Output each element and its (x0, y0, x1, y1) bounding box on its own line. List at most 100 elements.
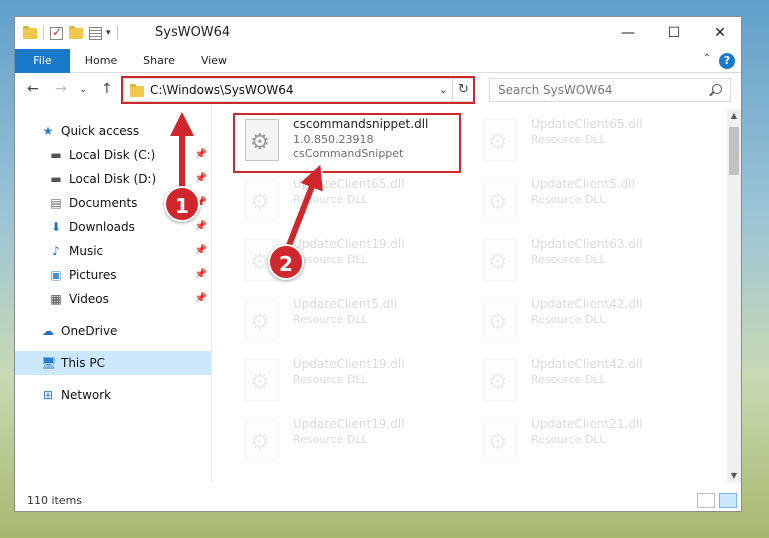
properties-icon[interactable] (89, 26, 102, 40)
ribbon-collapse-icon[interactable]: ⌃ (703, 53, 711, 64)
tab-view[interactable]: View (189, 49, 239, 73)
dll-file-icon (483, 179, 517, 221)
ribbon-tabs: File Home Share View ⌃ ? (15, 49, 741, 73)
forward-button[interactable]: → (55, 81, 67, 97)
file-highlight (233, 113, 461, 173)
tab-share[interactable]: Share (133, 49, 185, 73)
file-version: Resource DLL (531, 373, 606, 386)
sidebar-item-label: Documents (69, 196, 138, 210)
file-version: Resource DLL (531, 133, 606, 146)
sidebar-item-label: OneDrive (61, 324, 118, 338)
file-version: Resource DLL (293, 373, 368, 386)
drive-icon: ▬ (50, 148, 62, 162)
scroll-thumb[interactable] (729, 127, 739, 175)
dll-file-icon (483, 119, 517, 161)
sidebar-item-label: Local Disk (C:) (69, 148, 156, 162)
sidebar-item-quick-access[interactable]: ★ Quick access (15, 119, 211, 143)
video-icon: ▦ (50, 292, 62, 306)
properties-check-icon[interactable] (50, 25, 63, 40)
sidebar-item-videos[interactable]: ▦ Videos 📌 (15, 287, 211, 311)
sidebar-item-local-disk-c[interactable]: ▬ Local Disk (C:) 📌 (15, 143, 211, 167)
dll-file-icon (483, 359, 517, 401)
file-version: Resource DLL (293, 433, 368, 446)
file-tile[interactable]: UpdateClient65.dll Resource DLL (235, 173, 465, 229)
pin-icon[interactable]: 📌 (195, 167, 207, 191)
sidebar-item-onedrive[interactable]: ☁ OneDrive (15, 319, 211, 343)
pin-icon[interactable]: 📌 (195, 263, 207, 287)
maximize-button[interactable]: ☐ (651, 17, 697, 49)
file-tile[interactable]: UpdateClient19.dll Resource DLL (235, 413, 465, 469)
navigation-pane: ★ Quick access ▬ Local Disk (C:) 📌 ▬ Local Dis… (15, 109, 211, 483)
file-tile[interactable]: UpdateClient42.dll Resource DLL (473, 293, 703, 349)
help-icon[interactable]: ? (719, 53, 735, 69)
back-button[interactable]: ← (27, 81, 39, 97)
file-version: Resource DLL (531, 253, 606, 266)
status-bar: 110 items (15, 491, 741, 511)
tab-home[interactable]: Home (75, 49, 127, 73)
sidebar-item-music[interactable]: ♪ Music 📌 (15, 239, 211, 263)
sidebar-item-label: Downloads (69, 220, 135, 234)
file-tile[interactable]: UpdateClient21.dll Resource DLL (473, 413, 703, 469)
file-name: UpdateClient65.dll (531, 117, 643, 131)
pin-icon[interactable]: 📌 (195, 287, 207, 311)
sidebar-item-label: Local Disk (D:) (69, 172, 157, 186)
vertical-scrollbar[interactable]: ▲ ▼ (727, 109, 741, 483)
folder-icon (23, 25, 37, 39)
minimize-button[interactable]: — (605, 17, 651, 49)
sidebar-item-label: This PC (61, 356, 105, 370)
step-1-badge: 1 (164, 186, 200, 222)
file-name: UpdateClient19.dll (293, 417, 405, 431)
pin-icon[interactable]: 📌 (195, 143, 207, 167)
recent-locations-icon[interactable]: ⌄ (79, 84, 87, 95)
pane-divider[interactable] (211, 103, 212, 483)
file-tile[interactable]: UpdateClient19.dll Resource DLL (235, 353, 465, 409)
details-view-icon[interactable] (697, 493, 715, 508)
address-bar-highlight (121, 76, 475, 104)
drive-icon: ▬ (50, 172, 62, 186)
file-tile[interactable]: UpdateClient5.dll Resource DLL (473, 173, 703, 229)
new-folder-icon[interactable] (69, 25, 83, 39)
file-version: Resource DLL (531, 193, 606, 206)
sidebar-item-label: Pictures (69, 268, 117, 282)
dll-file-icon (483, 419, 517, 461)
search-icon[interactable] (712, 84, 722, 94)
pictures-icon: ▣ (50, 268, 62, 282)
toolbar-divider (43, 26, 44, 40)
close-button[interactable]: ✕ (697, 17, 741, 49)
sidebar-item-label: Videos (69, 292, 109, 306)
dll-file-icon (245, 359, 279, 401)
search-input[interactable] (490, 79, 704, 101)
file-tile[interactable]: UpdateClient42.dll Resource DLL (473, 353, 703, 409)
customize-toolbar-dropdown-icon[interactable]: ▾ (106, 28, 111, 38)
file-name: UpdateClient5.dll (531, 177, 635, 191)
sidebar-item-this-pc[interactable]: 🖥 This PC (15, 351, 211, 375)
pin-icon[interactable]: 📌 (195, 239, 207, 263)
file-tile[interactable]: UpdateClient63.dll Resource DLL (473, 233, 703, 289)
file-version: Resource DLL (293, 313, 368, 326)
sidebar-item-label: Quick access (61, 124, 140, 138)
tiles-view-icon[interactable] (719, 493, 737, 508)
file-tile[interactable]: UpdateClient65.dll Resource DLL (473, 113, 703, 169)
dll-file-icon (245, 419, 279, 461)
file-name: UpdateClient21.dll (531, 417, 643, 431)
dll-file-icon (483, 239, 517, 281)
file-tile[interactable]: UpdateClient5.dll Resource DLL (235, 293, 465, 349)
dll-file-icon (483, 299, 517, 341)
network-icon: ⊞ (42, 388, 54, 402)
tab-file[interactable]: File (15, 49, 70, 73)
sidebar-item-pictures[interactable]: ▣ Pictures 📌 (15, 263, 211, 287)
scroll-down-arrow-icon[interactable]: ▼ (727, 469, 741, 483)
dll-file-icon (245, 299, 279, 341)
up-button[interactable]: ↑ (101, 81, 113, 97)
file-name: UpdateClient19.dll (293, 237, 405, 251)
step-2-badge: 2 (268, 244, 304, 280)
toolbar-divider (116, 26, 118, 40)
scroll-up-arrow-icon[interactable]: ▲ (727, 109, 741, 123)
documents-icon: ▤ (50, 196, 62, 210)
item-count: 110 items (27, 494, 83, 507)
pin-icon[interactable]: 📌 (195, 215, 207, 239)
sidebar-item-network[interactable]: ⊞ Network (15, 383, 211, 407)
quick-access-toolbar: ▾ (23, 25, 124, 41)
file-name: UpdateClient5.dll (293, 297, 397, 311)
search-box[interactable] (489, 78, 731, 102)
